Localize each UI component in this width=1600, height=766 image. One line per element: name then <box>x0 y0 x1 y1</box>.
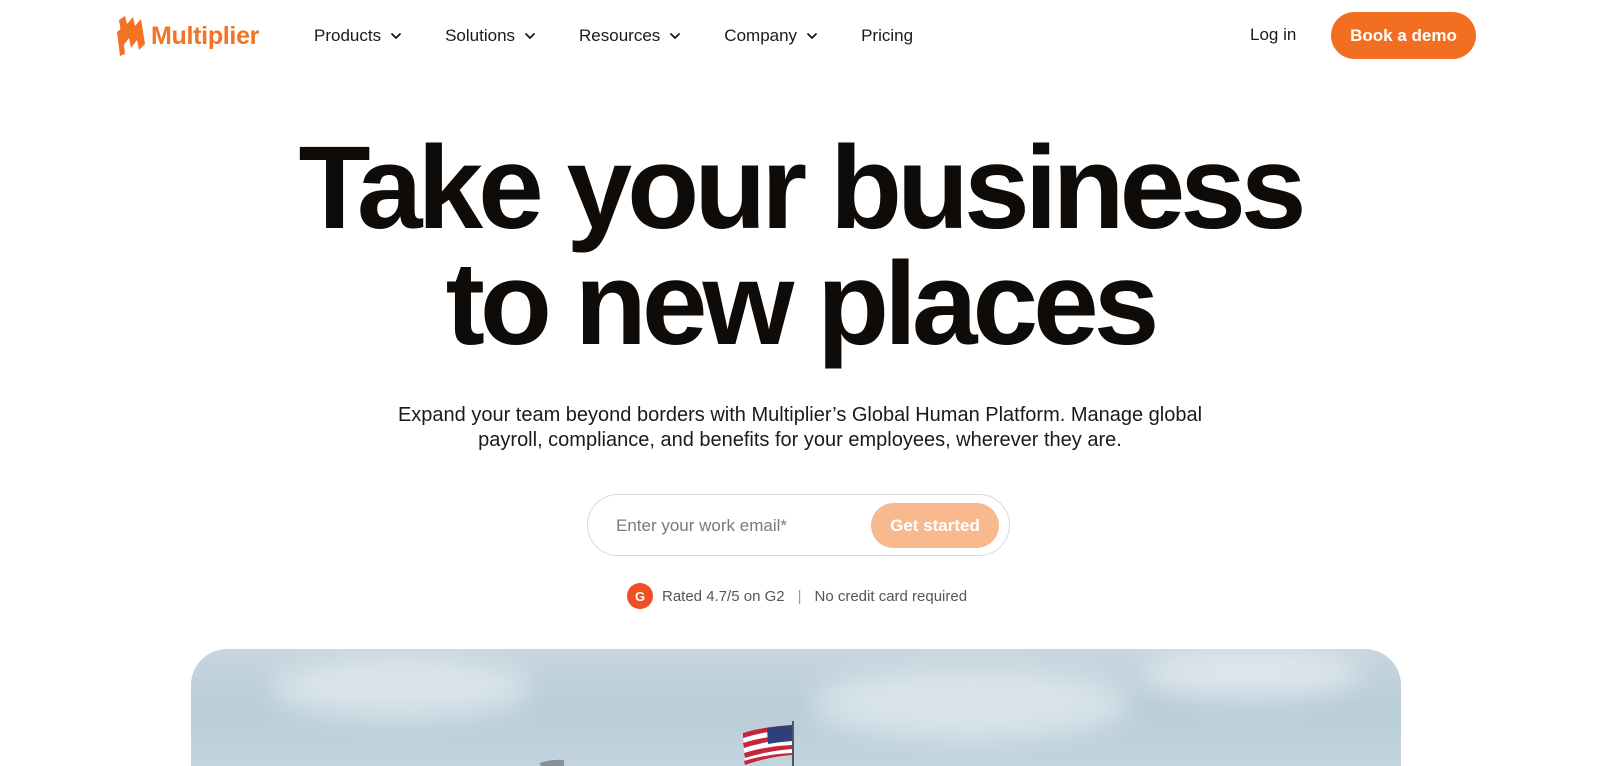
nav-solutions[interactable]: Solutions <box>445 26 537 46</box>
page: Multiplier Products Solutions Resources … <box>0 0 1600 766</box>
nav-label: Solutions <box>445 26 516 45</box>
svg-text:G: G <box>635 589 645 604</box>
g2-rating-text: Rated 4.7/5 on G2 <box>662 587 785 605</box>
g2-logo-icon: G <box>627 583 653 609</box>
site-header: Multiplier Products Solutions Resources … <box>0 0 1600 72</box>
nav-company[interactable]: Company <box>724 26 819 46</box>
main-nav: Products Solutions Resources Company Pri… <box>314 22 913 50</box>
chevron-down-icon <box>391 33 401 39</box>
nav-pricing[interactable]: Pricing <box>861 26 913 46</box>
nav-label: Resources <box>579 26 661 45</box>
nav-label: Company <box>724 26 798 45</box>
no-credit-card-text: No credit card required <box>814 587 968 605</box>
trust-row: G Rated 4.7/5 on G2 | No credit card req… <box>627 583 967 609</box>
headline-line-2: to new places <box>445 238 1160 370</box>
nav-label: Pricing <box>861 26 914 45</box>
chevron-down-icon <box>525 33 535 39</box>
logo-text: Multiplier <box>151 21 260 50</box>
nav-label: Products <box>314 26 382 45</box>
chevron-down-icon <box>807 33 817 39</box>
login-link[interactable]: Log in <box>1250 25 1296 45</box>
chevron-down-icon <box>670 33 681 39</box>
hero-headline: Take your business to new places <box>0 129 1600 363</box>
nav-resources[interactable]: Resources <box>579 26 682 46</box>
logo-link[interactable]: Multiplier <box>116 14 259 58</box>
book-demo-button[interactable]: Book a demo <box>1331 12 1476 59</box>
multiplier-logo-icon <box>117 16 145 56</box>
headline-line-1: Take your business <box>298 122 1307 254</box>
small-flag-icon <box>540 759 564 766</box>
separator: | <box>797 587 802 605</box>
email-signup-form: Get started <box>587 494 1010 556</box>
get-started-button[interactable]: Get started <box>871 503 999 548</box>
american-flag-icon <box>743 721 794 766</box>
nav-products[interactable]: Products <box>314 26 403 46</box>
hero-subtext: Expand your team beyond borders with Mul… <box>397 404 1203 451</box>
email-input[interactable] <box>614 511 868 541</box>
hero-image <box>191 649 1401 766</box>
